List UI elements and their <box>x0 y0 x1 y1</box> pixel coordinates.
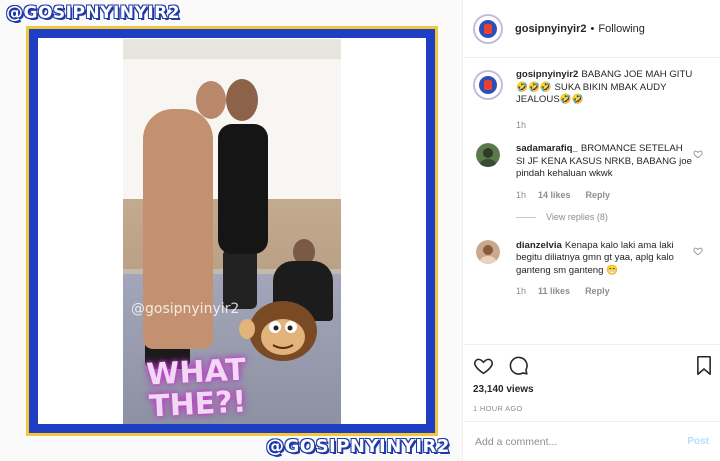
reply-button[interactable]: Reply <box>586 189 611 202</box>
avatar[interactable] <box>473 13 503 44</box>
like-heart-icon[interactable] <box>473 355 494 376</box>
comment-item: sadamarafiq_ BROMANCE SETELAH SI JF KENA … <box>473 143 720 224</box>
caption-username[interactable]: gosipnyinyir2 <box>516 69 578 80</box>
separator-dot: • <box>590 22 595 35</box>
comment-username[interactable]: dianzelvia <box>516 240 562 251</box>
post-media[interactable]: @GOSIPNYINYIR2 @gosipnyinyir2 WHAT THE?!… <box>0 0 462 461</box>
what-the-sticker: WHAT THE?! <box>145 352 248 424</box>
comment-time[interactable]: 1h <box>516 285 526 298</box>
caption-time[interactable]: 1h <box>516 119 526 132</box>
heart-icon[interactable] <box>693 246 703 256</box>
views-count[interactable]: 23,140 views <box>473 384 711 395</box>
post-sidebar: gosipnyinyir2 • Following gosipnyinyir2 B… <box>462 0 720 461</box>
post-button[interactable]: Post <box>687 436 709 447</box>
watermark-top: @GOSIPNYINYIR2 <box>6 3 181 23</box>
video-player[interactable]: @gosipnyinyir2 WHAT THE?! <box>123 39 341 424</box>
following-button[interactable]: Following <box>598 23 644 35</box>
comment-time[interactable]: 1h <box>516 189 526 202</box>
comment-username[interactable]: sadamarafiq_ <box>516 143 578 154</box>
view-replies-button[interactable]: View replies (8) <box>546 211 608 224</box>
avatar[interactable] <box>473 70 503 100</box>
media-frame: @gosipnyinyir2 WHAT THE?! <box>26 26 438 436</box>
add-comment-bar: Post <box>463 421 720 461</box>
post-actions: 23,140 views 1 HOUR AGO <box>463 344 720 413</box>
bookmark-icon[interactable] <box>695 355 713 376</box>
post-header: gosipnyinyir2 • Following <box>463 0 720 58</box>
reply-button[interactable]: Reply <box>585 285 610 298</box>
video-watermark: @gosipnyinyir2 <box>131 301 240 317</box>
comments-list[interactable]: gosipnyinyir2 BABANG JOE MAH GITU 🤣🤣🤣 SUK… <box>463 59 720 344</box>
watermark-bottom: @GOSIPNYINYIR2 <box>266 436 450 457</box>
comment-likes[interactable]: 14 likes <box>538 189 571 202</box>
caption: gosipnyinyir2 BABANG JOE MAH GITU 🤣🤣🤣 SUK… <box>473 69 720 131</box>
comment-item: dianzelvia Kenapa kalo laki ama laki begi… <box>473 239 720 298</box>
header-username[interactable]: gosipnyinyir2 <box>515 23 587 35</box>
comment-bubble-icon[interactable] <box>508 355 529 376</box>
post-timestamp[interactable]: 1 HOUR AGO <box>473 404 711 413</box>
avatar[interactable] <box>476 239 500 264</box>
heart-icon[interactable] <box>693 149 703 159</box>
comment-likes[interactable]: 11 likes <box>538 285 570 298</box>
avatar[interactable] <box>476 143 500 167</box>
comment-input[interactable] <box>475 435 688 448</box>
